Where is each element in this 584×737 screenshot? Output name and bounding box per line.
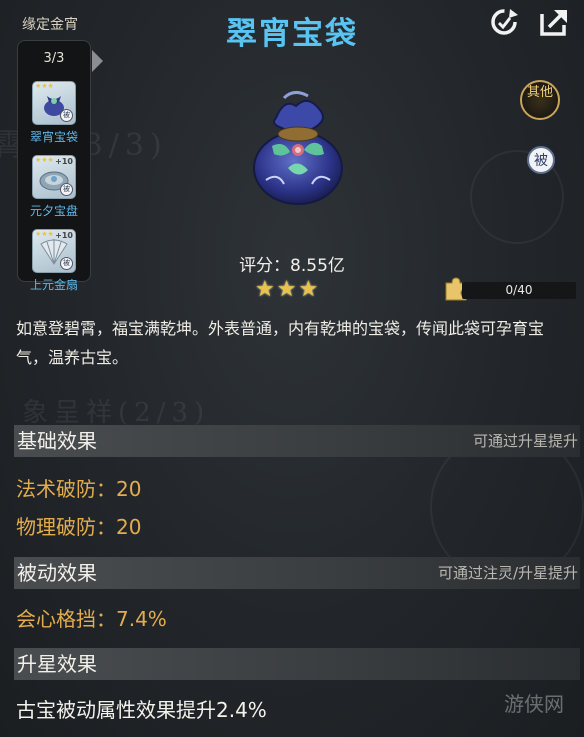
star-rating: ★★★ (255, 277, 321, 302)
item-description: 如意登碧霄，福宝满乾坤。外表普通，内有乾坤的宝袋，传闻此袋可孕育宝气，温养古宝。 (16, 319, 545, 367)
set-item-panel: 3/3 ★★★ 被 翠宵宝袋 ★★★ +10 被 元夕宝盘 ★★★ +10 被 … (17, 40, 91, 292)
stat-crit-block: 会心格挡：7.4% (16, 607, 167, 631)
set-item-label: 上元金扇 (29, 278, 78, 292)
stat-spell-penetration: 法术破防：20 (16, 477, 142, 501)
collapse-arrow-icon[interactable] (92, 50, 103, 72)
section-title: 基础效果 (17, 429, 97, 453)
passive-effect-header: 被动效果 可通过注灵/升星提升 (14, 557, 580, 589)
set-count: 3/3 (43, 51, 65, 66)
set-item-cuixiao[interactable]: ★★★ 被 翠宵宝袋 (18, 81, 90, 145)
cuixiao-bag-icon: ★★★ 被 (32, 81, 76, 125)
watermark-text: 游侠网 (504, 692, 564, 716)
refresh-icon[interactable] (488, 6, 522, 38)
set-item-label: 元夕宝盘 (29, 204, 78, 218)
section-note: 可通过升星提升 (472, 432, 578, 450)
set-item-yuanxi[interactable]: ★★★ +10 被 元夕宝盘 (18, 155, 90, 219)
share-icon[interactable] (537, 6, 571, 38)
basic-effect-header: 基础效果 可通过升星提升 (14, 425, 580, 457)
treasure-bag-icon (238, 88, 356, 210)
set-item-label: 翠宵宝袋 (29, 130, 78, 144)
background-calligraphy: 象呈祥(2/3) (22, 398, 211, 428)
star-up-effect-text: 古宝被动属性效果提升2.4% (16, 698, 267, 722)
section-title: 被动效果 (17, 561, 97, 585)
item-score: 评分：8.55亿 (239, 256, 345, 276)
passive-badge: 被 (527, 146, 555, 174)
shard-progress-text: 0/40 (505, 283, 533, 297)
stat-physical-penetration: 物理破防：20 (16, 515, 142, 539)
yuanxi-plate-icon: ★★★ +10 被 (32, 155, 76, 199)
shard-progress-bar: 0/40 (462, 282, 576, 299)
section-note: 可通过注灵/升星提升 (437, 564, 578, 582)
section-title: 升星效果 (17, 652, 97, 676)
star-up-effect-header: 升星效果 (14, 648, 580, 680)
category-badge-other: 其他 (520, 80, 560, 120)
